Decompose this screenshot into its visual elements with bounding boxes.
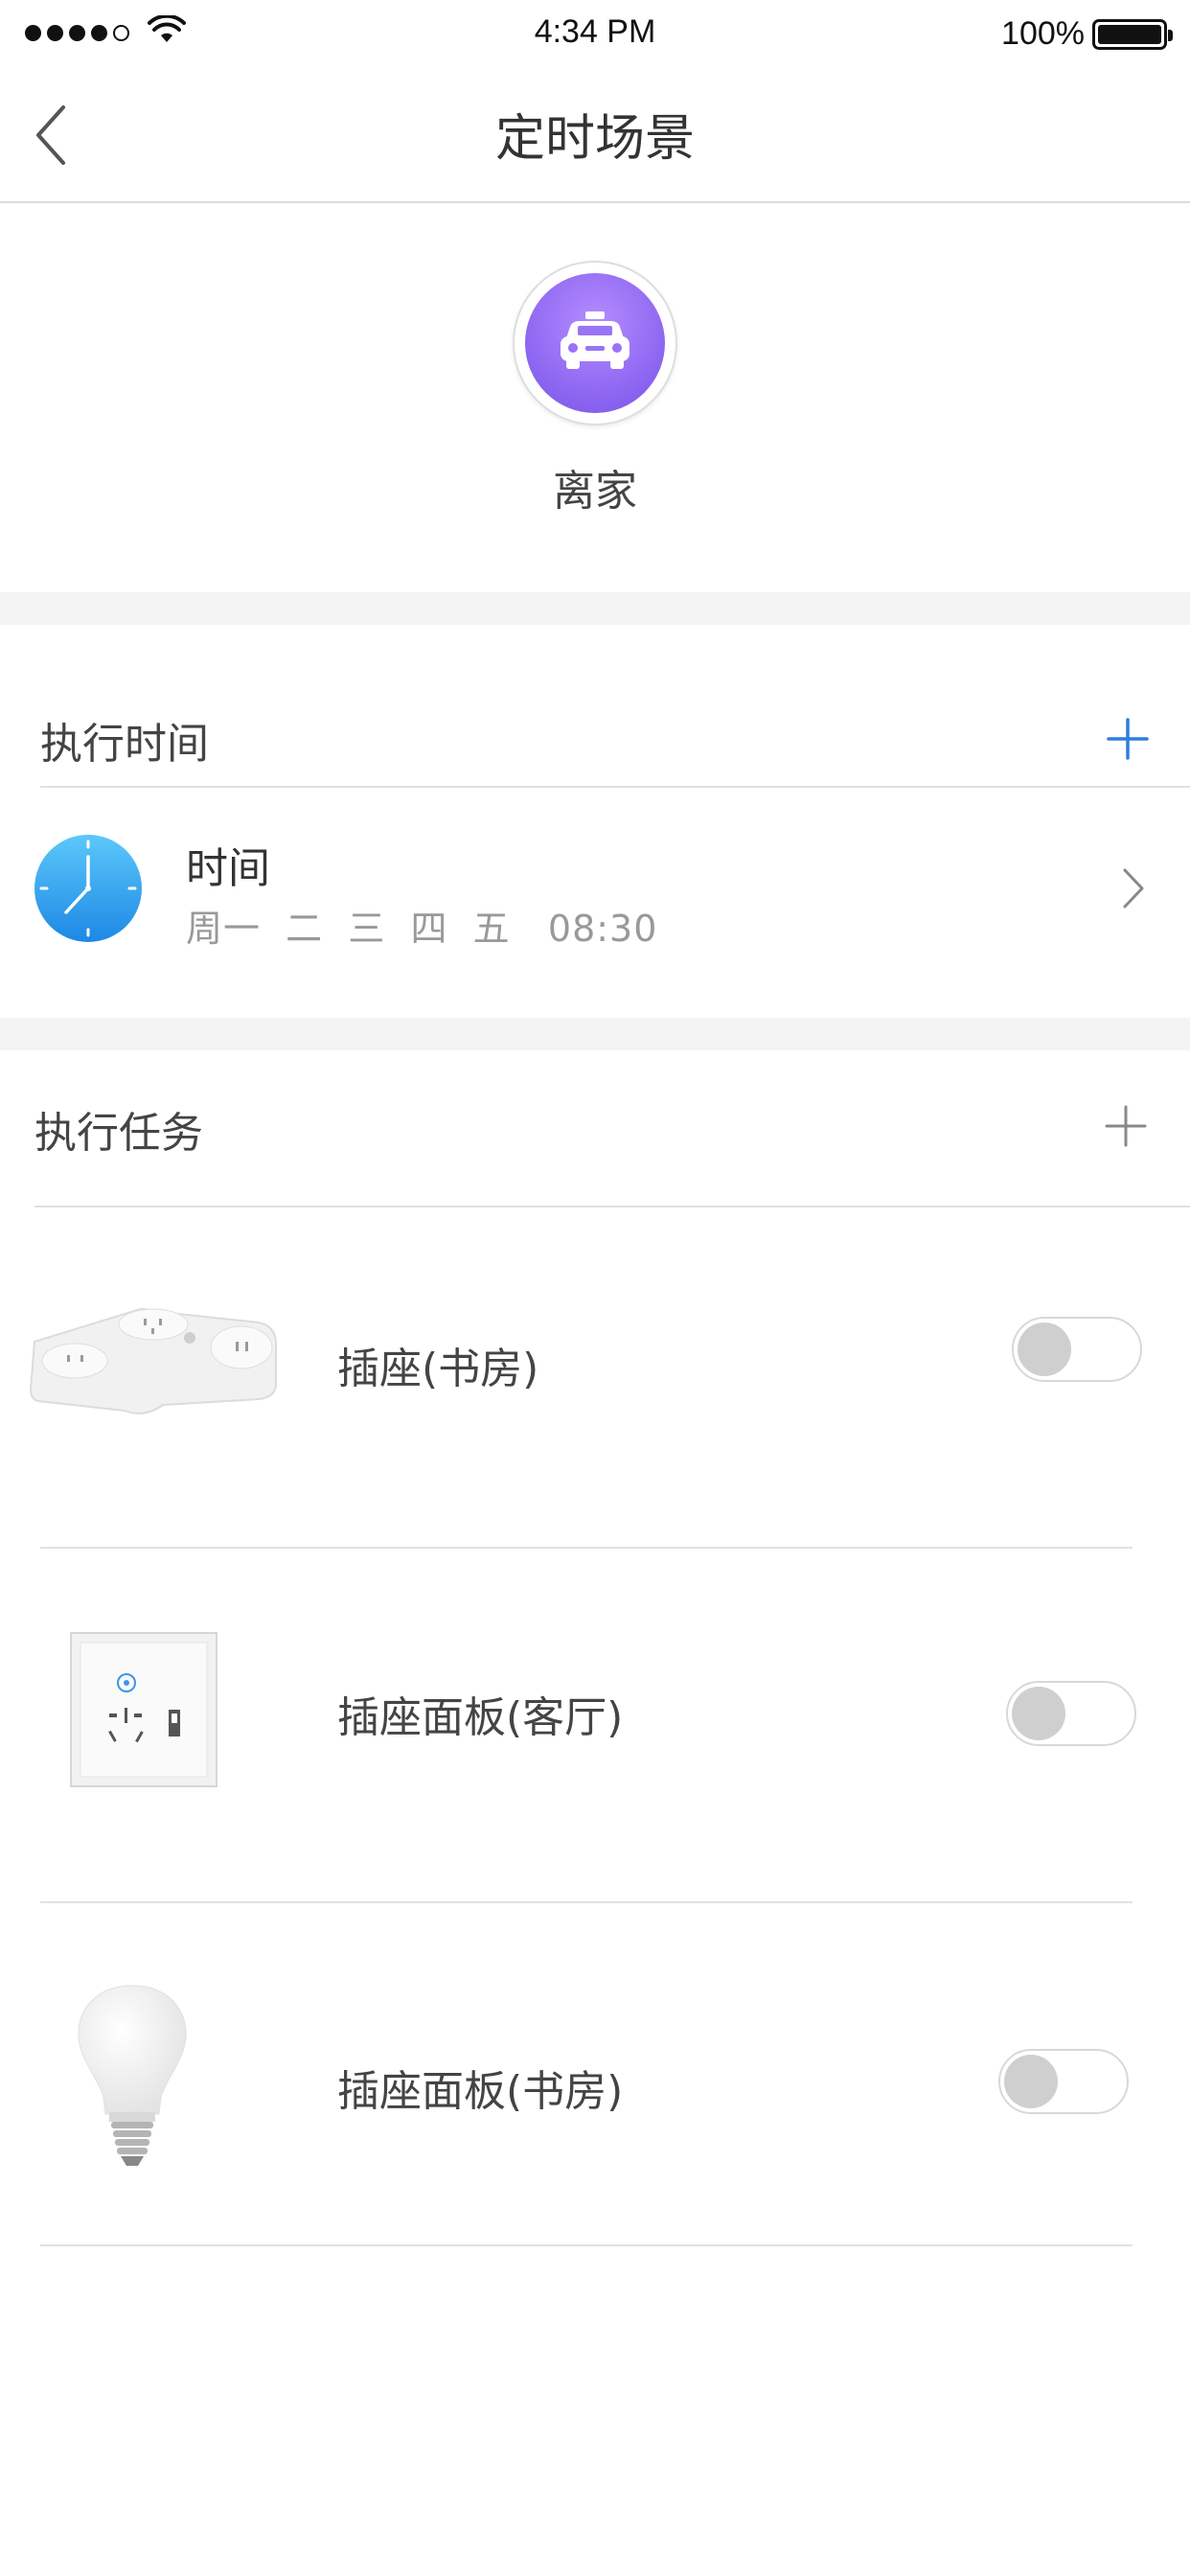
task-name: 插座(书房) [337,1345,539,1393]
wall-socket-icon [70,1632,217,1787]
schedule-item-label: 时间 [186,844,270,893]
car-icon [561,311,629,369]
scene-badge [525,273,665,413]
power-strip-icon [29,1308,277,1414]
task-toggle[interactable] [998,2049,1129,2114]
task-toggle[interactable] [1012,1317,1142,1382]
battery-icon [1092,19,1173,50]
divider [40,2244,1133,2246]
clock-icon [34,835,142,942]
section-separator [0,1018,1190,1050]
add-task-button[interactable] [1104,1104,1148,1148]
scene-name: 离家 [553,467,637,516]
section-separator [0,592,1190,625]
schedule-section-title: 执行时间 [40,720,209,769]
page-title: 定时场景 [494,110,695,168]
tasks-section-title: 执行任务 [34,1109,203,1158]
schedule-time: 08:30 [547,908,658,950]
task-toggle[interactable] [1006,1681,1136,1746]
chevron-right-icon[interactable] [1119,864,1148,912]
task-name: 插座面板(客厅) [337,1693,624,1742]
task-name: 插座面板(书房) [337,2067,624,2116]
nav-bar: 定时场景 [0,67,1190,203]
status-bar: 4:34 PM 100% [0,0,1190,67]
add-schedule-button[interactable] [1106,717,1150,761]
battery-percentage: 100% [1001,15,1085,52]
scene-icon-button[interactable] [513,261,677,426]
schedule-item-summary: 周一 二 三 四 五 08:30 [186,899,657,952]
light-bulb-icon [78,1985,187,2166]
schedule-days: 周一 二 三 四 五 [186,908,511,950]
